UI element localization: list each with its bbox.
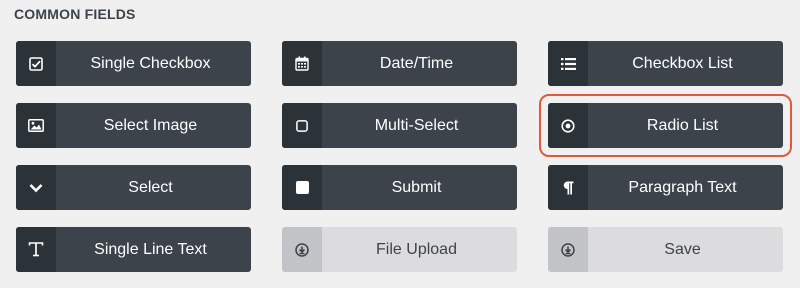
- date-time-button[interactable]: Date/Time: [282, 41, 517, 86]
- single-line-text-button[interactable]: Single Line Text: [16, 227, 251, 272]
- field-label: Date/Time: [379, 54, 454, 72]
- select-button[interactable]: Select: [16, 165, 251, 210]
- square-outline-icon: [282, 103, 322, 148]
- chevron-down-icon: [16, 165, 56, 210]
- radio-icon: [548, 103, 588, 148]
- field-label: Single Line Text: [94, 240, 207, 258]
- single-checkbox-button[interactable]: Single Checkbox: [16, 41, 251, 86]
- save-button[interactable]: Save: [548, 227, 783, 272]
- submit-button[interactable]: Submit: [282, 165, 517, 210]
- square-filled-icon: [282, 165, 322, 210]
- field-label: Submit: [391, 178, 442, 196]
- upload-icon: [548, 227, 588, 272]
- select-image-button[interactable]: Select Image: [16, 103, 251, 148]
- image-icon: [16, 103, 56, 148]
- upload-icon: [282, 227, 322, 272]
- radio-list-button[interactable]: Radio List: [539, 94, 792, 157]
- field-label: Multi-Select: [374, 116, 459, 134]
- common-fields-grid: Single Checkbox Date/Time Checkbox List …: [16, 41, 792, 272]
- list-icon: [548, 41, 588, 86]
- field-label: Radio List: [646, 116, 719, 134]
- field-label: File Upload: [376, 240, 457, 258]
- field-label: Select Image: [103, 116, 198, 134]
- field-label: Checkbox List: [632, 54, 733, 72]
- field-label: Paragraph Text: [628, 178, 737, 196]
- checkbox-icon: [16, 41, 56, 86]
- paragraph-text-button[interactable]: Paragraph Text: [548, 165, 783, 210]
- field-label: Select: [128, 178, 173, 196]
- multi-select-button[interactable]: Multi-Select: [282, 103, 517, 148]
- checkbox-list-button[interactable]: Checkbox List: [548, 41, 783, 86]
- calendar-icon: [282, 41, 322, 86]
- field-label: Single Checkbox: [90, 54, 211, 72]
- section-title: COMMON FIELDS: [14, 6, 136, 22]
- field-label: Save: [664, 240, 701, 258]
- text-icon: [16, 227, 56, 272]
- paragraph-icon: [548, 165, 588, 210]
- file-upload-button[interactable]: File Upload: [282, 227, 517, 272]
